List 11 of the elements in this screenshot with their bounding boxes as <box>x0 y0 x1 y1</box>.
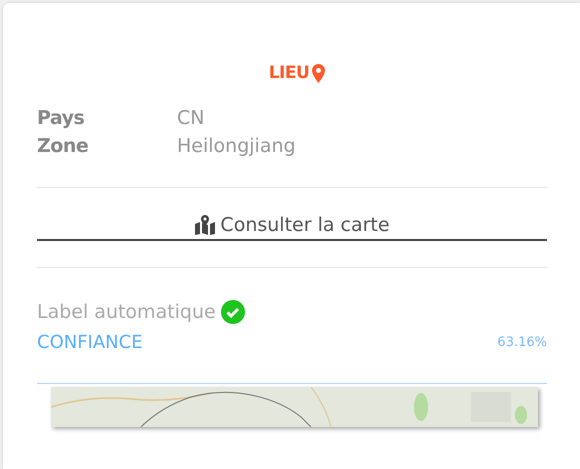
field-value: CN <box>177 107 206 129</box>
auto-label-text: Label automatique <box>37 301 216 323</box>
section-title: LIEU <box>268 63 310 83</box>
field-value: Heilongjiang <box>177 135 297 157</box>
view-map-button[interactable]: Consulter la carte <box>37 214 547 241</box>
field-label: Zone <box>37 135 90 157</box>
confidence-value: 63.16% <box>497 335 547 350</box>
map-icon <box>194 215 216 235</box>
map-pin-icon <box>312 64 326 82</box>
field-label: Pays <box>37 107 86 129</box>
confidence-label: CONFIANCE <box>37 332 143 353</box>
